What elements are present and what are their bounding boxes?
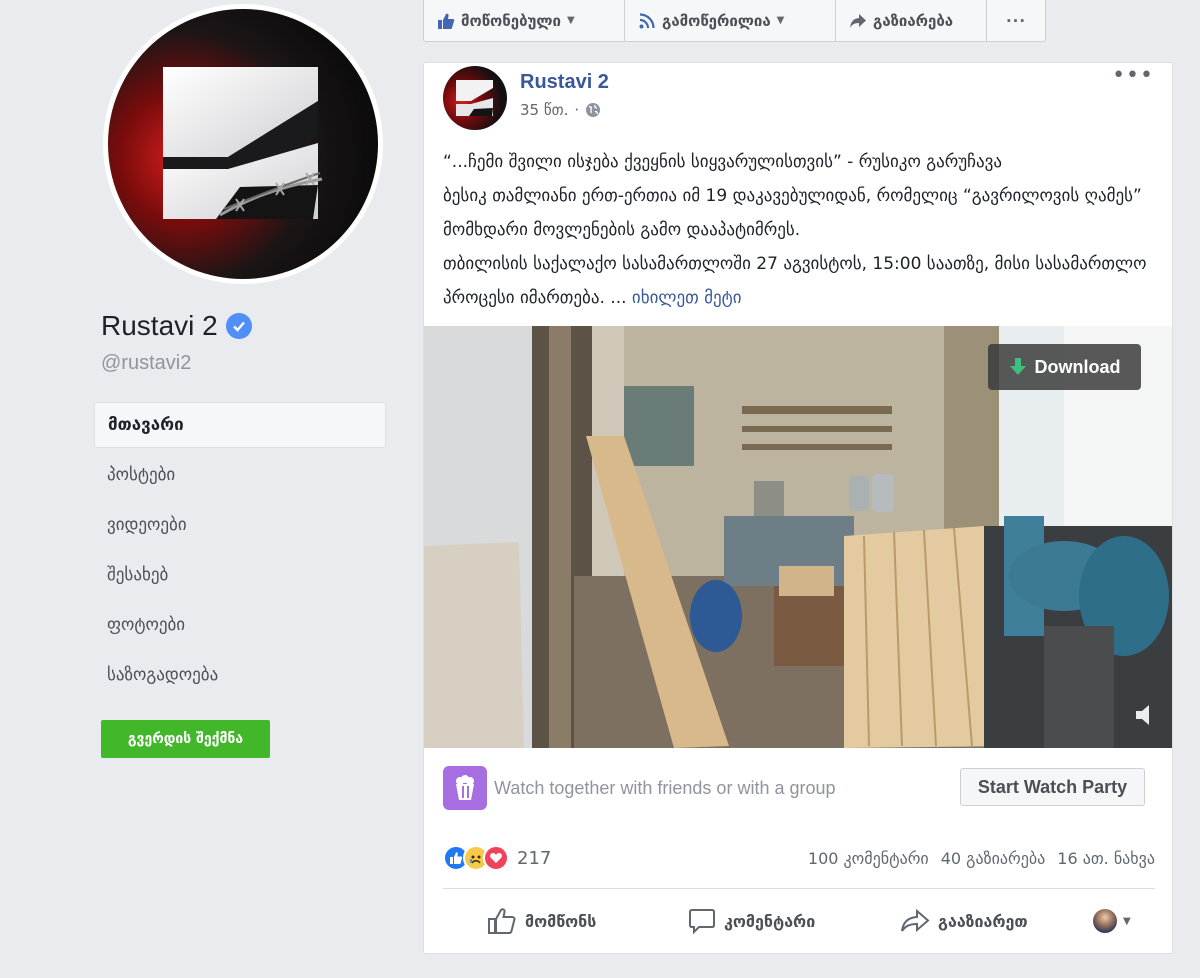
video-player[interactable]: Download — [424, 326, 1172, 748]
reaction-count[interactable]: 217 — [517, 848, 551, 869]
reactions-summary: 217 100 კომენტარი 40 გაზიარება 16 ათ. ნა… — [443, 843, 1155, 873]
post-author-avatar[interactable] — [443, 66, 507, 130]
rustavi2-logo-icon — [456, 80, 493, 116]
profile-picture[interactable] — [108, 9, 378, 279]
post-dot: · — [574, 101, 580, 119]
page-handle[interactable]: @rustavi2 — [101, 352, 191, 375]
post-paragraph-text: თბილისის საქალაქო სასამართლოში 27 აგვისტ… — [443, 254, 1147, 308]
more-options-button[interactable]: ··· — [987, 0, 1045, 41]
love-reaction-icon[interactable] — [483, 845, 509, 871]
nav-item-videos[interactable]: ვიდეოები — [94, 502, 386, 552]
like-button[interactable]: მომწონს — [487, 907, 596, 935]
following-label: გამოწერილია — [662, 11, 771, 30]
page-title[interactable]: Rustavi 2 — [101, 310, 252, 342]
create-page-button[interactable]: გვერდის შექმნა — [101, 720, 270, 758]
page-nav: მთავარი პოსტები ვიდეოები შესახებ ფოტოები… — [94, 402, 386, 702]
liked-button[interactable]: მოწონებული ▼ — [424, 0, 625, 41]
rss-icon — [639, 12, 655, 28]
following-button[interactable]: გამოწერილია ▼ — [625, 0, 836, 41]
share-arrow-icon — [850, 13, 866, 28]
download-label: Download — [1034, 356, 1121, 377]
chevron-down-icon: ▼ — [1123, 915, 1131, 927]
watch-party-row: Watch together with friends or with a gr… — [443, 766, 1155, 810]
post-stats: 100 კომენტარი 40 გაზიარება 16 ათ. ნახვა — [808, 849, 1155, 868]
post-meta: 35 წთ. · — [520, 101, 601, 119]
verified-badge-icon — [225, 313, 252, 339]
download-button[interactable]: Download — [988, 344, 1141, 390]
share-button[interactable]: გააზიარეთ — [900, 908, 1028, 934]
share-arrow-icon — [901, 908, 930, 933]
page-sidebar: Rustavi 2 @rustavi2 მთავარი პოსტები ვიდე… — [0, 0, 404, 978]
share-count[interactable]: 40 გაზიარება — [941, 849, 1046, 868]
post-actions: მომწონს კომენტარი გააზიარეთ ▼ — [443, 899, 1155, 943]
globe-icon — [586, 103, 601, 117]
avatar — [1093, 909, 1117, 933]
rustavi2-logo-icon — [163, 67, 323, 219]
see-more-link[interactable]: იხილეთ მეტი — [632, 288, 742, 308]
nav-item-photos[interactable]: ფოტოები — [94, 602, 386, 652]
comment-icon — [689, 909, 715, 935]
comment-button[interactable]: კომენტარი — [688, 907, 815, 935]
chevron-down-icon: ▼ — [567, 15, 575, 26]
nav-item-about[interactable]: შესახებ — [94, 552, 386, 602]
like-label: მომწონს — [525, 911, 597, 931]
thumbs-up-icon — [488, 908, 516, 934]
post-author-name[interactable]: Rustavi 2 — [520, 71, 609, 94]
comment-count[interactable]: 100 კომენტარი — [808, 849, 929, 868]
liked-label: მოწონებული — [461, 11, 561, 30]
view-count: 16 ათ. ნახვა — [1057, 848, 1155, 868]
post-paragraph: ბესიკ თამლიანი ერთ-ერთია იმ 19 დაკავებულ… — [443, 186, 1142, 240]
comment-label: კომენტარი — [724, 911, 816, 931]
divider — [443, 888, 1155, 889]
nav-item-community[interactable]: საზოგადოება — [94, 652, 386, 702]
post-message: “...ჩემი შვილი ისჯება ქვეყნის სიყვარულის… — [443, 145, 1155, 315]
page-action-bar: მოწონებული ▼ გამოწერილია ▼ გაზიარება ··· — [423, 0, 1046, 42]
chevron-down-icon: ▼ — [776, 15, 785, 26]
thumbs-up-icon — [438, 13, 455, 29]
start-watch-party-button[interactable]: Start Watch Party — [960, 768, 1145, 806]
page-name-text[interactable]: Rustavi 2 — [101, 310, 218, 342]
nav-item-home[interactable]: მთავარი — [94, 402, 386, 448]
watch-together-text: Watch together with friends or with a gr… — [494, 777, 836, 798]
nav-item-posts[interactable]: პოსტები — [94, 452, 386, 502]
speaker-icon[interactable] — [1132, 700, 1162, 734]
post-headline: “...ჩემი შვილი ისჯება ქვეყნის სიყვარულის… — [443, 152, 1003, 172]
share-label: გააზიარეთ — [938, 911, 1028, 931]
share-page-label: გაზიარება — [873, 11, 954, 30]
audience-selector[interactable]: ▼ — [1093, 909, 1131, 933]
post-card: Rustavi 2 35 წთ. · ••• “...ჩემი შვილი ის… — [423, 62, 1173, 954]
popcorn-icon — [443, 766, 487, 810]
share-page-button[interactable]: გაზიარება — [836, 0, 987, 41]
post-paragraph: თბილისის საქალაქო სასამართლოში 27 აგვისტ… — [443, 247, 1155, 315]
post-options-button[interactable]: ••• — [1112, 63, 1154, 88]
download-icon — [1009, 358, 1026, 375]
post-timestamp[interactable]: 35 წთ. — [520, 101, 568, 119]
